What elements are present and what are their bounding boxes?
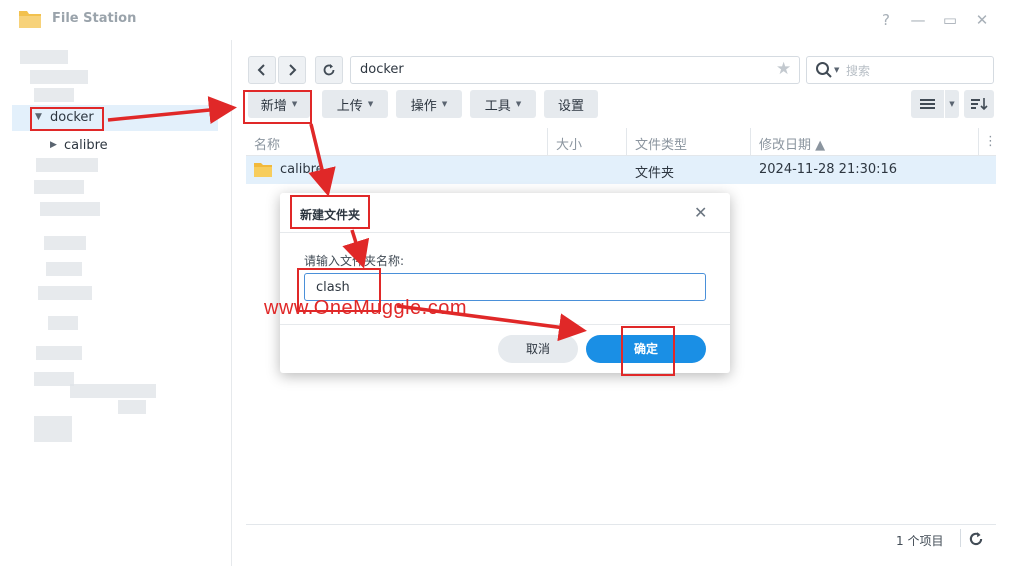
- blurred-item: [36, 158, 98, 172]
- folder-app-icon: [19, 11, 41, 28]
- blurred-item: [118, 400, 146, 414]
- button-label: 设置: [557, 98, 584, 114]
- folder-name-label: 请输入文件夹名称:: [304, 254, 405, 268]
- action-button[interactable]: 操作 ▼: [396, 90, 462, 118]
- help-icon[interactable]: ?: [876, 10, 896, 30]
- view-mode-button[interactable]: [911, 90, 944, 118]
- blurred-item: [34, 88, 74, 102]
- row-modified: 2024-11-28 21:30:16: [759, 162, 898, 177]
- cancel-button[interactable]: 取消: [498, 335, 578, 363]
- upload-button[interactable]: 上传 ▼: [322, 90, 388, 118]
- forward-button[interactable]: [278, 56, 306, 84]
- app-title: File Station: [52, 11, 137, 26]
- list-header: [246, 128, 996, 156]
- row-name[interactable]: calibre: [280, 162, 324, 177]
- sort-icon: [971, 98, 988, 111]
- chevron-left-icon: [257, 64, 265, 76]
- more-icon[interactable]: ⋮: [984, 134, 997, 149]
- path-text: docker: [360, 62, 404, 77]
- column-size[interactable]: 大小: [556, 134, 582, 153]
- refresh-button[interactable]: [315, 56, 343, 84]
- chevron-down-icon[interactable]: ▼: [834, 66, 839, 74]
- column-type[interactable]: 文件类型: [635, 134, 687, 153]
- highlight-box: [30, 107, 104, 131]
- button-label: 操作: [410, 98, 437, 114]
- watermark: www.OneMuggle.com: [264, 297, 468, 319]
- close-icon[interactable]: ✕: [972, 10, 992, 30]
- blurred-item: [34, 180, 84, 194]
- dialog-divider: [280, 324, 730, 325]
- view-mode-dropdown[interactable]: ▼: [945, 90, 959, 118]
- button-label: 上传: [336, 98, 363, 114]
- column-divider: [978, 128, 979, 155]
- dialog-divider: [280, 232, 730, 233]
- settings-button[interactable]: 设置: [544, 90, 598, 118]
- highlight-box: [621, 326, 675, 376]
- list-view-icon: [920, 99, 935, 109]
- blurred-item: [44, 236, 86, 250]
- row-type: 文件夹: [635, 166, 675, 181]
- button-label: 工具: [484, 98, 511, 114]
- column-modified[interactable]: 修改日期 ▲: [759, 134, 825, 153]
- blurred-item: [38, 286, 92, 300]
- column-divider: [750, 128, 751, 155]
- highlight-box: [290, 195, 370, 229]
- refresh-icon: [323, 64, 335, 76]
- blurred-item: [34, 416, 72, 442]
- caret-right-icon[interactable]: ▶: [50, 140, 57, 150]
- star-icon[interactable]: ★: [776, 59, 791, 79]
- footer-separator: [960, 529, 961, 547]
- search-icon[interactable]: [815, 61, 833, 79]
- chevron-right-icon: [289, 64, 297, 76]
- maximize-icon[interactable]: ▭: [940, 10, 960, 30]
- sort-button[interactable]: [964, 90, 994, 118]
- blurred-item: [70, 384, 156, 398]
- column-divider: [626, 128, 627, 155]
- chevron-down-icon: ▼: [441, 100, 448, 108]
- blurred-item: [40, 202, 100, 216]
- refresh-icon[interactable]: [968, 531, 984, 547]
- tools-button[interactable]: 工具 ▼: [470, 90, 536, 118]
- back-button[interactable]: [248, 56, 276, 84]
- close-icon[interactable]: ✕: [694, 203, 707, 222]
- highlight-box: [243, 90, 312, 124]
- blurred-item: [46, 262, 82, 276]
- minimize-icon[interactable]: —: [908, 10, 928, 30]
- folder-icon: [254, 163, 272, 177]
- blurred-item: [34, 372, 74, 386]
- blurred-item: [36, 346, 82, 360]
- item-count: 1 个项目: [896, 534, 944, 548]
- chevron-down-icon: ▼: [515, 100, 522, 108]
- title-bar: [0, 0, 1010, 40]
- search-placeholder: 搜索: [846, 64, 871, 78]
- footer-divider: [246, 524, 996, 525]
- tree-item-calibre[interactable]: calibre: [64, 138, 108, 153]
- column-divider: [547, 128, 548, 155]
- blurred-item: [20, 50, 68, 64]
- blurred-item: [30, 70, 88, 84]
- column-name[interactable]: 名称: [254, 134, 280, 153]
- blurred-item: [48, 316, 78, 330]
- chevron-down-icon: ▼: [367, 100, 374, 108]
- path-bar[interactable]: [350, 56, 800, 84]
